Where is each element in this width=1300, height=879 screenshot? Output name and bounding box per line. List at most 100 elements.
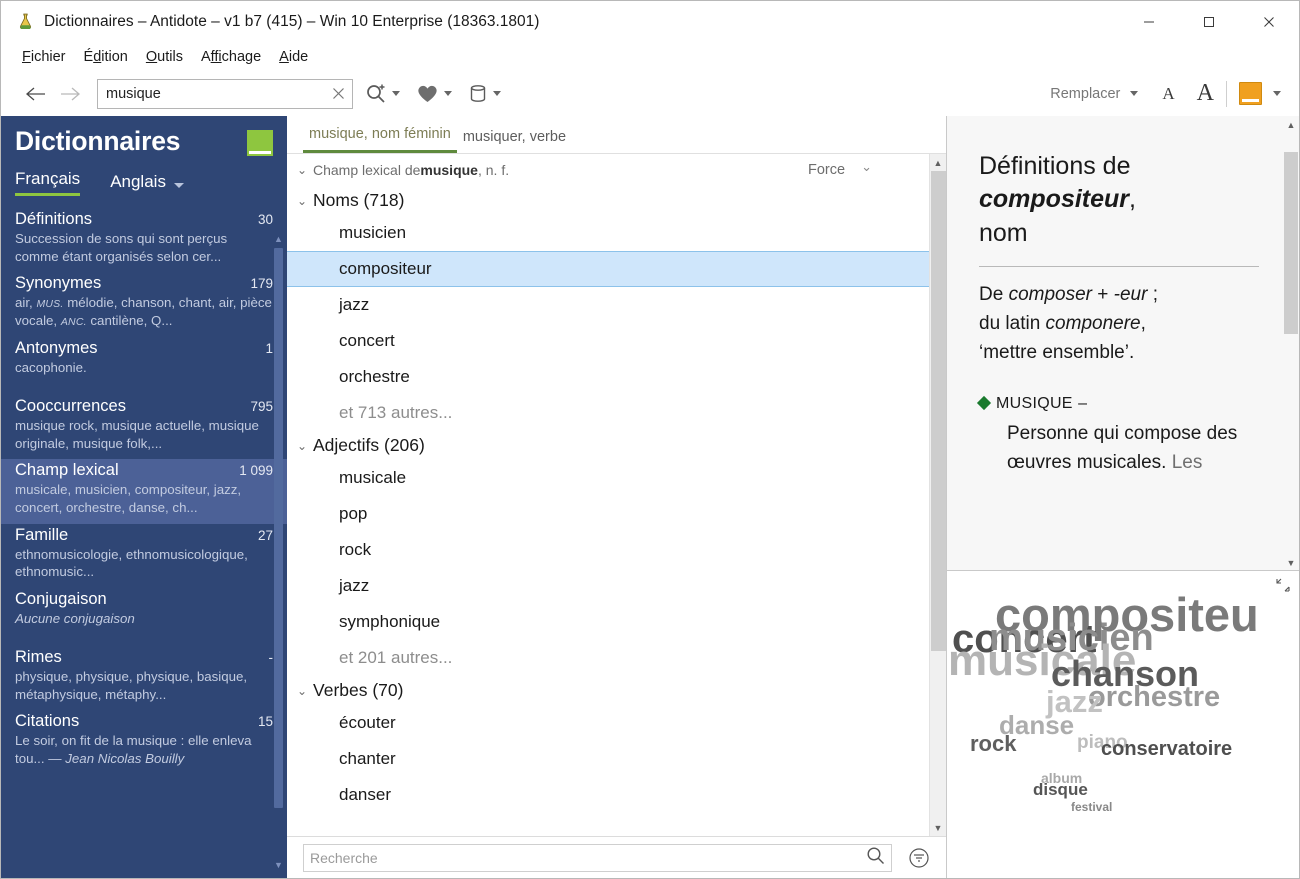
table-row[interactable]: rock: [287, 532, 946, 568]
replacer-label[interactable]: Remplacer: [1050, 86, 1120, 102]
table-row[interactable]: jazz: [287, 568, 946, 604]
sidebar-entry-list: Définitions 30 Succession de sons qui so…: [1, 208, 287, 774]
sidebar-item-synonymes[interactable]: Synonymes 179 air, MUS. mélodie, chanson…: [1, 272, 287, 337]
resize-handle-icon[interactable]: [1275, 577, 1291, 596]
center-scroll-thumb[interactable]: [931, 171, 946, 651]
table-row[interactable]: chanter: [287, 741, 946, 777]
show-more-row[interactable]: et 713 autres...: [287, 395, 946, 431]
search-input[interactable]: [98, 79, 324, 108]
sense-text-cont: musicales.: [1076, 452, 1167, 474]
trash-button[interactable]: [464, 77, 505, 111]
table-row[interactable]: symphonique: [287, 604, 946, 640]
menu-affichage[interactable]: Affichage: [192, 47, 270, 67]
maximize-button[interactable]: [1179, 1, 1239, 42]
menu-aide[interactable]: Aide: [270, 47, 317, 67]
cloud-word[interactable]: disque: [1033, 781, 1088, 798]
chevron-down-icon[interactable]: ⌄: [861, 159, 872, 175]
list-search-box[interactable]: [303, 843, 892, 872]
list-search-input[interactable]: [310, 849, 866, 866]
toolbar-right-group: Remplacer A A: [1050, 80, 1289, 107]
group-header-noms[interactable]: ⌄ Noms (718): [287, 186, 946, 215]
table-row[interactable]: orchestre: [287, 359, 946, 395]
clear-icon[interactable]: [324, 80, 352, 108]
sidebar-item-famille[interactable]: Famille 27 ethnomusicologie, ethnomusico…: [1, 524, 287, 588]
sidebar-item-rimes[interactable]: Rimes - physique, physique, physique, ba…: [1, 646, 287, 710]
chevron-down-icon[interactable]: [1273, 91, 1281, 96]
scroll-down-icon[interactable]: ▼: [1283, 554, 1299, 570]
force-column-header[interactable]: Force ⌄: [798, 159, 946, 178]
definition-content: Définitions de compositeur, nom De compo…: [947, 116, 1299, 571]
sense-text: Personne qui compose des œuvres musicale…: [979, 420, 1259, 478]
etym-b: composer: [1008, 283, 1092, 305]
table-row[interactable]: écouter: [287, 705, 946, 741]
chevron-down-icon[interactable]: ⌄: [295, 163, 309, 177]
word-cloud[interactable]: compositeu concert musicien musicale cha…: [947, 571, 1299, 878]
window-title: Dictionnaires – Antidote – v1 b7 (415) –…: [44, 12, 540, 30]
scroll-up-icon[interactable]: ▲: [274, 234, 283, 244]
table-row[interactable]: pop: [287, 496, 946, 532]
chevron-down-icon[interactable]: [173, 183, 184, 188]
cloud-word[interactable]: festival: [1071, 801, 1112, 813]
chevron-down-icon[interactable]: [493, 91, 501, 96]
forward-arrow-icon[interactable]: [53, 77, 87, 111]
close-button[interactable]: [1239, 1, 1299, 42]
chevron-down-icon[interactable]: [444, 91, 452, 96]
sidebar-item-definitions[interactable]: Définitions 30 Succession de sons qui so…: [1, 208, 287, 272]
sidebar-item-preview: physique, physique, physique, basique, m…: [15, 669, 248, 702]
font-increase-button[interactable]: A: [1197, 80, 1214, 107]
filter-button[interactable]: [902, 841, 936, 875]
scroll-down-icon[interactable]: ▼: [930, 819, 946, 836]
sidebar-item-citations[interactable]: Citations 15 Le soir, on fit de la musiq…: [1, 710, 287, 774]
chevron-down-icon[interactable]: ⌄: [295, 684, 309, 698]
lang-tab-anglais[interactable]: Anglais: [110, 172, 166, 196]
etym-e: ;: [1147, 283, 1159, 305]
chevron-down-icon[interactable]: ⌄: [295, 439, 309, 453]
center-scrollbar[interactable]: ▲ ▼: [929, 154, 946, 836]
sidebar-item-conjugaison[interactable]: Conjugaison Aucune conjugaison: [1, 588, 287, 635]
favorite-button[interactable]: [412, 77, 456, 111]
table-row[interactable]: danser: [287, 777, 946, 813]
sidebar-item-label: Antonymes: [15, 338, 98, 357]
table-row[interactable]: musicien: [287, 215, 946, 251]
cloud-word[interactable]: conservatoire: [1101, 739, 1232, 759]
tab-musiquer-verbe[interactable]: musiquer, verbe: [457, 129, 572, 153]
menu-fichier[interactable]: FFichierichier: [13, 47, 75, 67]
definition-scroll-thumb[interactable]: [1284, 152, 1298, 334]
search-box[interactable]: [97, 78, 353, 109]
scroll-up-icon[interactable]: ▲: [1283, 116, 1299, 133]
sidebar-scroll-thumb[interactable]: [274, 248, 283, 808]
scroll-down-icon[interactable]: ▼: [274, 860, 283, 870]
orange-book-icon[interactable]: [1239, 82, 1262, 105]
chevron-down-icon[interactable]: ⌄: [295, 194, 309, 208]
tab-musique-nom-feminin[interactable]: musique, nom féminin: [303, 126, 457, 153]
search-plus-button[interactable]: [361, 77, 404, 111]
table-row[interactable]: jazz: [287, 287, 946, 323]
table-row[interactable]: compositeur: [287, 251, 946, 287]
sidebar-scrollbar[interactable]: ▲ ▼: [273, 234, 284, 870]
table-row[interactable]: musicale: [287, 460, 946, 496]
sidebar-item-antonymes[interactable]: Antonymes 1 cacophonie.: [1, 337, 287, 384]
cloud-word[interactable]: orchestre: [1088, 683, 1220, 712]
group-header-verbes[interactable]: ⌄ Verbes (70): [287, 676, 946, 705]
lang-tab-francais[interactable]: Français: [15, 169, 81, 196]
definition-scrollbar[interactable]: ▲ ▼: [1283, 116, 1299, 570]
group-header-adjectifs[interactable]: ⌄ Adjectifs (206): [287, 431, 946, 460]
back-arrow-icon[interactable]: [19, 77, 53, 111]
sidebar-item-preview: musique rock, musique actuelle, musique …: [15, 418, 259, 451]
menu-edition[interactable]: Édition: [75, 47, 137, 67]
chevron-down-icon[interactable]: [392, 91, 400, 96]
chevron-down-icon[interactable]: [1130, 91, 1139, 96]
cloud-word[interactable]: rock: [970, 733, 1016, 755]
font-decrease-button[interactable]: A: [1162, 84, 1174, 104]
search-icon[interactable]: [866, 846, 885, 870]
green-book-icon[interactable]: [247, 130, 273, 156]
menu-outils[interactable]: Outils: [137, 47, 192, 67]
sidebar-item-cooccurrences[interactable]: Cooccurrences 795 musique rock, musique …: [1, 395, 287, 459]
sidebar-item-champ-lexical[interactable]: Champ lexical 1 099 musicale, musicien, …: [1, 459, 287, 524]
minimize-button[interactable]: [1119, 1, 1179, 42]
show-more-row[interactable]: et 201 autres...: [287, 640, 946, 676]
table-row[interactable]: concert: [287, 323, 946, 359]
scroll-up-icon[interactable]: ▲: [930, 154, 946, 171]
